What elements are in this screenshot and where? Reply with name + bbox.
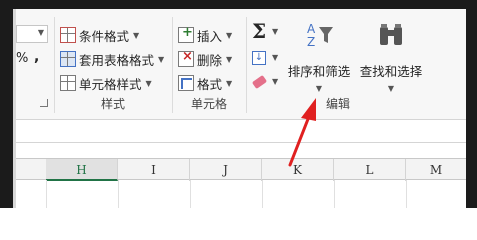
- red-arrow-annotation: [288, 98, 316, 167]
- screenshot-frame: ▼ % , 条件格式 ▼ 套用表格格式 ▼ 单元格样式 ▼ 样式 + 插入 ▼ …: [0, 0, 477, 208]
